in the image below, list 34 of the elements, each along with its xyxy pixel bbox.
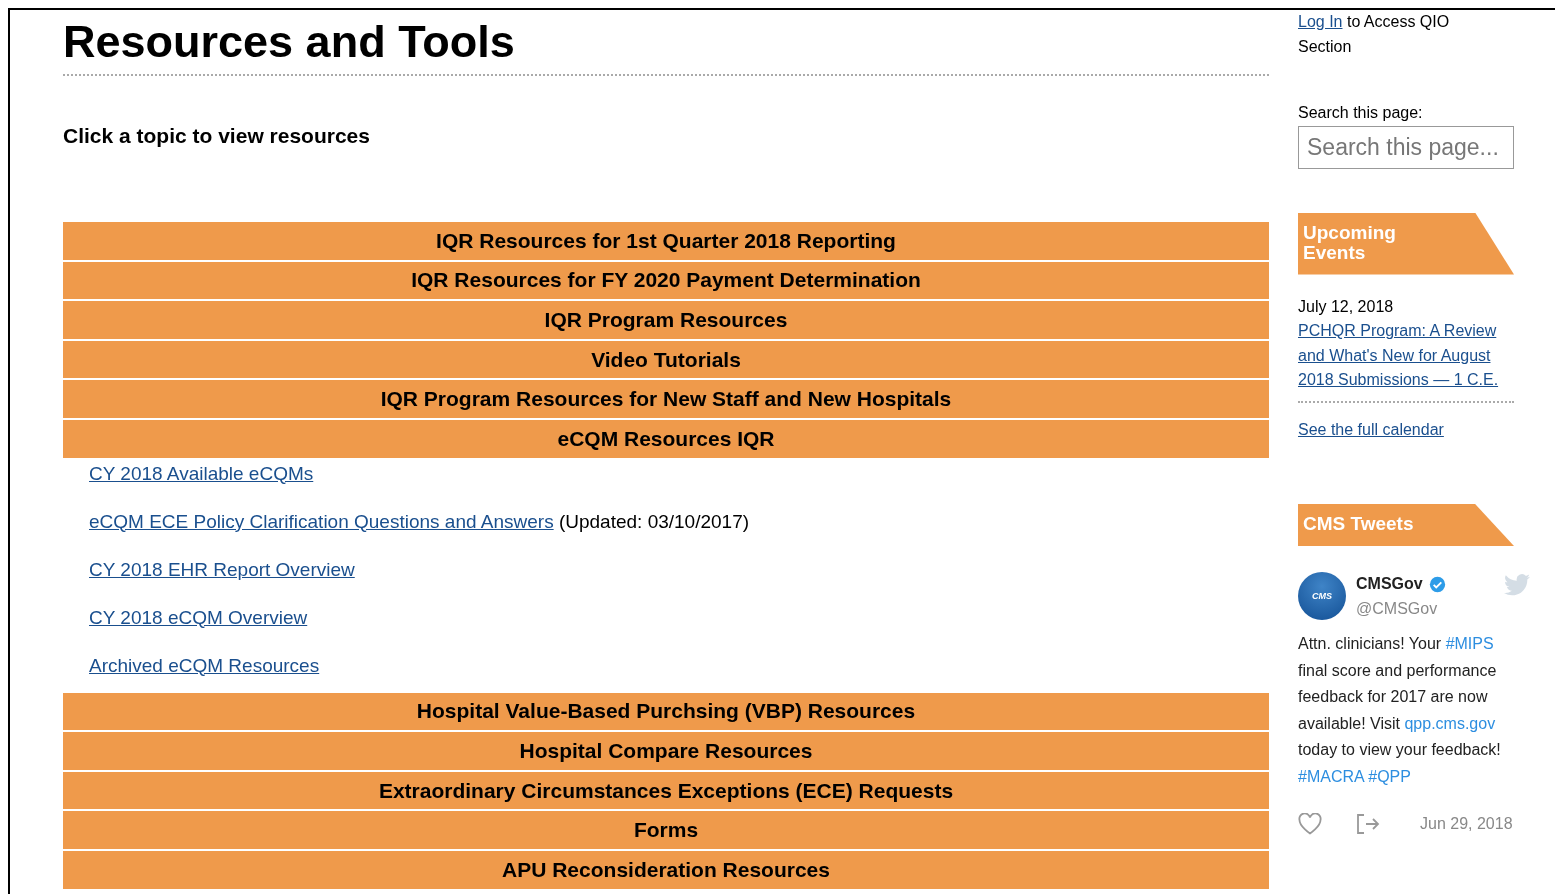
topic-bar[interactable]: IQR Program Resources for New Staff and New Hospitals xyxy=(63,380,1269,420)
account-handle: @CMSGov xyxy=(1356,598,1439,619)
event-link[interactable]: PCHQR Program: A Review and What's New for August 2018 Submissions — 1 C.E. xyxy=(1298,319,1516,393)
account-name: CMSGov xyxy=(1356,574,1423,594)
login-link[interactable]: Log In xyxy=(1298,13,1343,30)
calendar-link[interactable]: See the full calendar xyxy=(1298,417,1444,442)
topic-bar[interactable]: eCQM Resources IQR xyxy=(63,419,1269,460)
topic-bar[interactable]: Forms xyxy=(63,811,1269,851)
resource-link[interactable]: CY 2018 Available eCQMs xyxy=(89,462,314,484)
tweet-text: Attn. clinicians! Your #MIPS final score and performance feedback for 2017 are now available! Visit qpp.cms.gov today to view your feedback! #MACRA #QPP xyxy=(1298,634,1502,787)
section-banner: CMS Tweets xyxy=(1298,504,1514,546)
section-banner: Upcoming Events xyxy=(1298,212,1514,275)
avatar-logo: CMS xyxy=(1298,572,1346,620)
resource-link[interactable]: CY 2018 eCQM Overview xyxy=(89,606,308,628)
topic-bar[interactable]: Hospital Value-Based Purchsing (VBP) Resources xyxy=(63,692,1269,733)
resource-link[interactable]: CY 2018 EHR Report Overview xyxy=(89,558,355,580)
topic-bar[interactable]: Hospital Compare Resources xyxy=(63,732,1269,772)
resource-link[interactable]: eCQM ECE Policy Clarification Questions and Answers xyxy=(89,510,554,532)
tweet-date: Jun 29, 2018 xyxy=(1420,814,1513,834)
intro-text: Click a topic to view resources xyxy=(63,124,371,148)
topic-bar[interactable]: IQR Resources for FY 2020 Payment Determination xyxy=(63,261,1269,302)
tweet-link[interactable]: qpp.cms.gov xyxy=(1404,714,1496,732)
updated-note: (Updated: 03/10/2017) xyxy=(558,510,750,532)
search-field[interactable]: Search this page... xyxy=(1298,125,1514,169)
topic-bar[interactable]: Extraordinary Circumstances Exceptions (ECE) Requests xyxy=(63,771,1269,812)
event-date: July 12, 2018 xyxy=(1298,296,1395,317)
resource-link[interactable]: Archived eCQM Resources xyxy=(89,654,320,676)
search-label: Search this page: xyxy=(1298,103,1424,123)
topic-bar[interactable]: IQR Program Resources xyxy=(63,301,1269,341)
page-title: Resources and Tools xyxy=(63,16,1269,76)
topic-bar[interactable]: IQR Resources for 1st Quarter 2018 Reporting xyxy=(63,222,1269,262)
topic-bar[interactable]: APU Reconsideration Resources xyxy=(63,850,1269,891)
login-text: Log In to Access QIO Section xyxy=(1298,12,1451,57)
topic-bar[interactable]: Video Tutorials xyxy=(63,340,1269,381)
